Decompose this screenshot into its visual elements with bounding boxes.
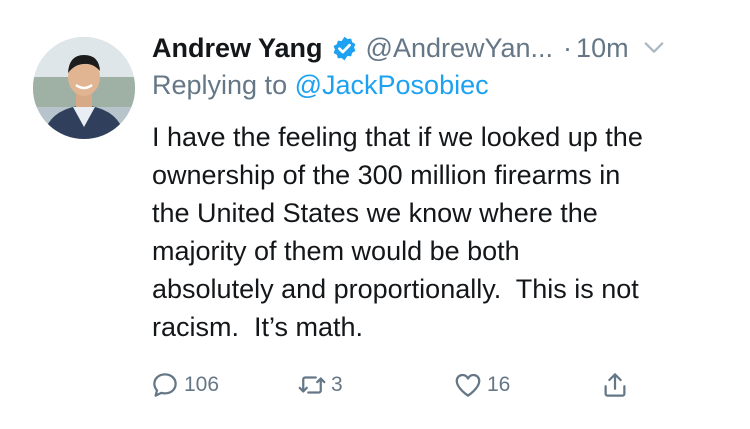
tweet[interactable]: Andrew Yang @AndrewYan... · 10m Replying… — [0, 0, 750, 429]
author-handle[interactable]: @AndrewYan... — [366, 33, 554, 64]
tweet-actions: 106 3 16 — [150, 365, 650, 405]
replying-to: Replying to @JackPosobiec — [152, 70, 489, 106]
tweet-text-line: the United States we know where the — [152, 198, 598, 228]
tweet-text-line: I have the feeling that if we looked up … — [152, 122, 643, 152]
share-icon — [604, 373, 626, 397]
reply-icon — [153, 373, 177, 397]
replying-to-label: Replying to — [152, 70, 288, 100]
tweet-text-line: majority of them would be both — [152, 236, 520, 266]
avatar-photo — [33, 37, 135, 139]
chevron-down-icon[interactable] — [643, 37, 665, 59]
retweet-icon — [298, 376, 326, 394]
share-button[interactable] — [600, 365, 630, 405]
verified-badge-icon — [333, 36, 355, 60]
tweet-text-line: racism. It’s math. — [152, 312, 364, 342]
timestamp[interactable]: 10m — [576, 33, 629, 64]
tweet-text: I have the feeling that if we looked up … — [152, 118, 732, 346]
tweet-text-line: absolutely and proportionally. This is n… — [152, 274, 639, 304]
retweet-count: 3 — [331, 373, 343, 396]
retweet-button[interactable]: 3 — [297, 365, 343, 405]
replying-to-link[interactable]: @JackPosobiec — [295, 70, 489, 100]
author-name[interactable]: Andrew Yang — [152, 33, 323, 64]
reply-count: 106 — [184, 373, 220, 396]
avatar[interactable] — [33, 37, 135, 139]
like-count: 16 — [487, 373, 511, 396]
tweet-text-line: ownership of the 300 million firearms in — [152, 160, 621, 190]
heart-icon — [455, 373, 481, 397]
separator-dot: · — [563, 32, 573, 63]
reply-button[interactable]: 106 — [150, 365, 219, 405]
tweet-header: Andrew Yang @AndrewYan... · 10m — [152, 28, 726, 68]
like-button[interactable]: 16 — [453, 365, 510, 405]
